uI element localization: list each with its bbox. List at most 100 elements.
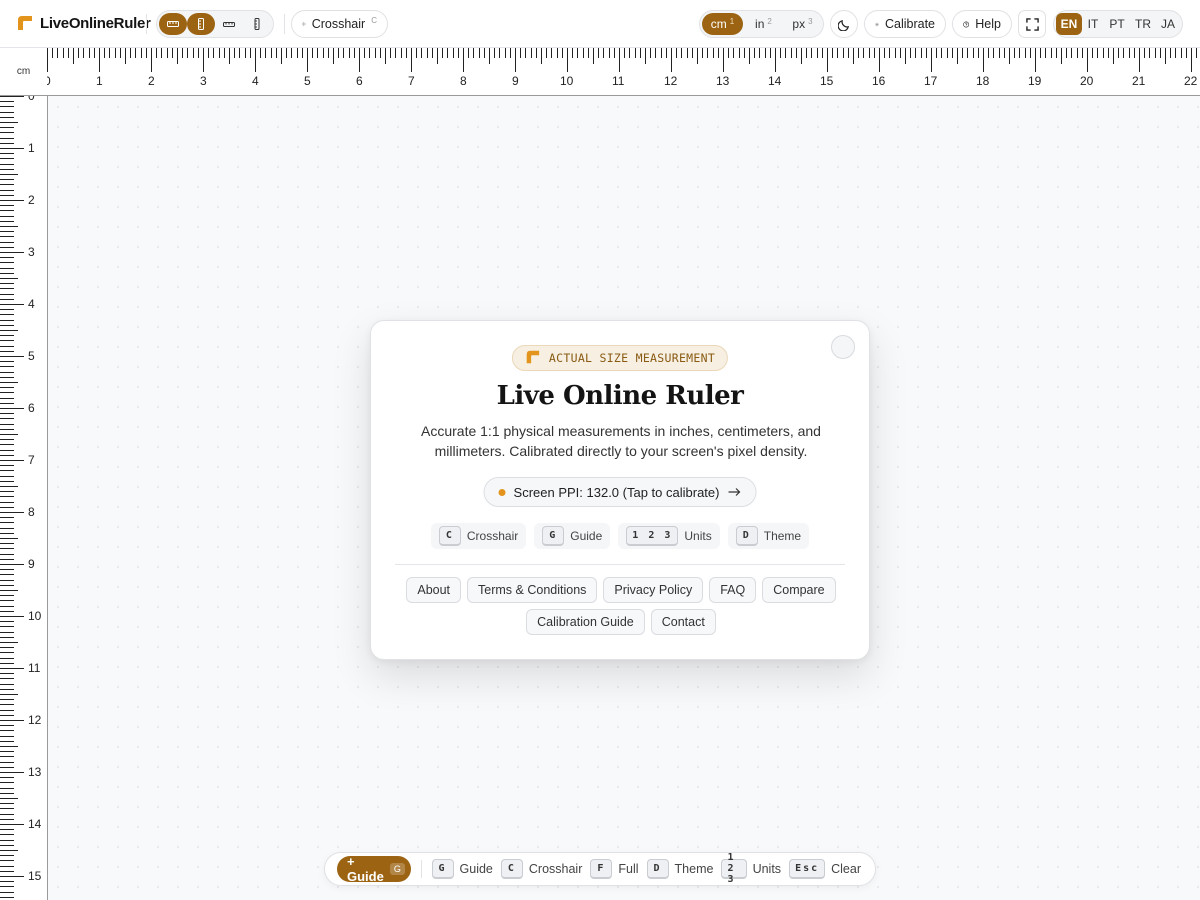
ruler-tick — [0, 288, 14, 290]
ruler-tick — [546, 48, 548, 58]
ruler-tick — [1071, 48, 1073, 58]
ruler-number: 3 — [28, 245, 35, 259]
ruler-tick — [286, 48, 288, 58]
ruler-tick — [858, 48, 860, 58]
ruler-tick — [0, 803, 14, 805]
lang-en-button[interactable]: EN — [1056, 13, 1082, 35]
ruler-tick — [0, 714, 14, 716]
ruler-number: 15 — [820, 74, 834, 88]
ruler-tick — [0, 122, 18, 123]
vertical-ruler-icon — [198, 18, 204, 30]
horizontal-ruler[interactable]: 012345678910111213141516171819202122 — [47, 48, 1200, 96]
ruler-tick — [52, 48, 54, 58]
ruler-tick — [0, 506, 14, 508]
add-guide-button[interactable]: + Guide G — [337, 854, 411, 884]
ruler-tick — [634, 48, 636, 58]
ruler-tick — [1165, 48, 1166, 64]
ruler-tick — [145, 48, 147, 58]
ruler-tick — [951, 48, 953, 58]
ruler-tick — [171, 48, 173, 58]
ruler-number: 14 — [28, 817, 42, 831]
ruler-tick — [993, 48, 995, 58]
ruler-tick — [665, 48, 667, 58]
ruler-tick — [769, 48, 771, 58]
ruler-tick — [239, 48, 241, 58]
ruler-tick — [504, 48, 506, 58]
ruler-tick — [629, 48, 631, 58]
ruler-tick — [691, 48, 693, 58]
ruler-tick — [639, 48, 641, 58]
theme-toggle-button[interactable] — [830, 10, 858, 38]
ruler-tick — [728, 48, 730, 58]
ruler-tick — [0, 454, 14, 456]
footer-links: About Terms & Conditions Privacy Policy … — [391, 577, 851, 635]
unit-px-button[interactable]: px 3 — [784, 13, 821, 35]
ruler-tick — [556, 48, 558, 58]
ruler-tick — [1066, 48, 1068, 58]
ruler-tick — [821, 48, 823, 58]
ruler-tick — [0, 865, 14, 867]
unit-cm-button[interactable]: cm 1 — [702, 13, 743, 35]
ruler-tick — [645, 48, 646, 64]
ruler-tick — [0, 527, 14, 529]
vertical-ruler-button[interactable] — [187, 13, 215, 35]
ruler-tick — [0, 631, 14, 633]
key-cap: D — [646, 859, 669, 879]
ruler-tick — [0, 278, 18, 279]
ruler-tick — [1175, 48, 1177, 58]
link-calibration-guide[interactable]: Calibration Guide — [526, 609, 645, 635]
shortcut-label: Theme — [674, 862, 714, 876]
crosshair-button[interactable]: Crosshair C — [291, 10, 388, 38]
close-button[interactable] — [831, 335, 855, 359]
brand-logo[interactable]: LiveOnlineRuler — [16, 14, 151, 32]
ruler-number: 0 — [28, 96, 35, 103]
link-privacy[interactable]: Privacy Policy — [603, 577, 704, 603]
horizontal-ruler-small-button[interactable] — [215, 13, 243, 35]
ruler-number: 16 — [872, 74, 886, 88]
ruler-tick — [333, 48, 334, 64]
ruler-tick — [400, 48, 402, 58]
vertical-ruler-small-button[interactable] — [243, 13, 271, 35]
vertical-ruler[interactable]: 0 1 2 3 4 5 6 7 8 9 10 11 12 13 14 15 — [0, 96, 48, 900]
help-button[interactable]: Help — [952, 10, 1012, 38]
dialog-title: Live Online Ruler — [496, 381, 744, 411]
unit-cm-label: cm — [710, 17, 727, 31]
ruler-tick — [868, 48, 870, 58]
ruler-number: 13 — [28, 765, 42, 779]
lang-ja-button[interactable]: JA — [1156, 13, 1180, 35]
crosshair-icon — [302, 22, 306, 26]
lang-tr-button[interactable]: TR — [1130, 13, 1156, 35]
unit-in-button[interactable]: in 2 — [747, 13, 780, 35]
ruler-tick — [936, 48, 938, 58]
ruler-tick — [463, 48, 464, 72]
shortcut-label: Guide — [570, 529, 603, 543]
lang-pt-button[interactable]: PT — [1104, 13, 1130, 35]
ruler-tick — [104, 48, 106, 58]
ruler-tick — [0, 330, 18, 331]
link-terms[interactable]: Terms & Conditions — [467, 577, 598, 603]
ruler-tick — [0, 512, 24, 513]
ruler-tick — [1159, 48, 1161, 58]
ruler-tick — [447, 48, 449, 58]
horizontal-ruler-button[interactable] — [159, 13, 187, 35]
ruler-tick — [1133, 48, 1135, 58]
link-compare[interactable]: Compare — [762, 577, 836, 603]
ruler-tick — [281, 48, 282, 64]
link-about[interactable]: About — [406, 577, 462, 603]
screen-ppi-button[interactable]: Screen PPI: 132.0 (Tap to calibrate) — [483, 477, 757, 507]
ruler-tick — [0, 886, 14, 888]
calibrate-button[interactable]: Calibrate — [864, 10, 946, 38]
crosshair-shortcut: C — [371, 15, 377, 25]
link-contact[interactable]: Contact — [650, 609, 716, 635]
ruler-tick — [0, 314, 14, 316]
link-faq[interactable]: FAQ — [709, 577, 757, 603]
unit-in-label: in — [755, 17, 765, 31]
ruler-tick — [156, 48, 158, 58]
ruler-tick — [0, 408, 24, 409]
lang-it-button[interactable]: IT — [1082, 13, 1104, 35]
fullscreen-button[interactable] — [1018, 10, 1046, 38]
ruler-tick — [582, 48, 584, 58]
ruler-tick — [1040, 48, 1042, 58]
ruler-tick — [0, 132, 14, 134]
ruler-number: 2 — [28, 193, 35, 207]
